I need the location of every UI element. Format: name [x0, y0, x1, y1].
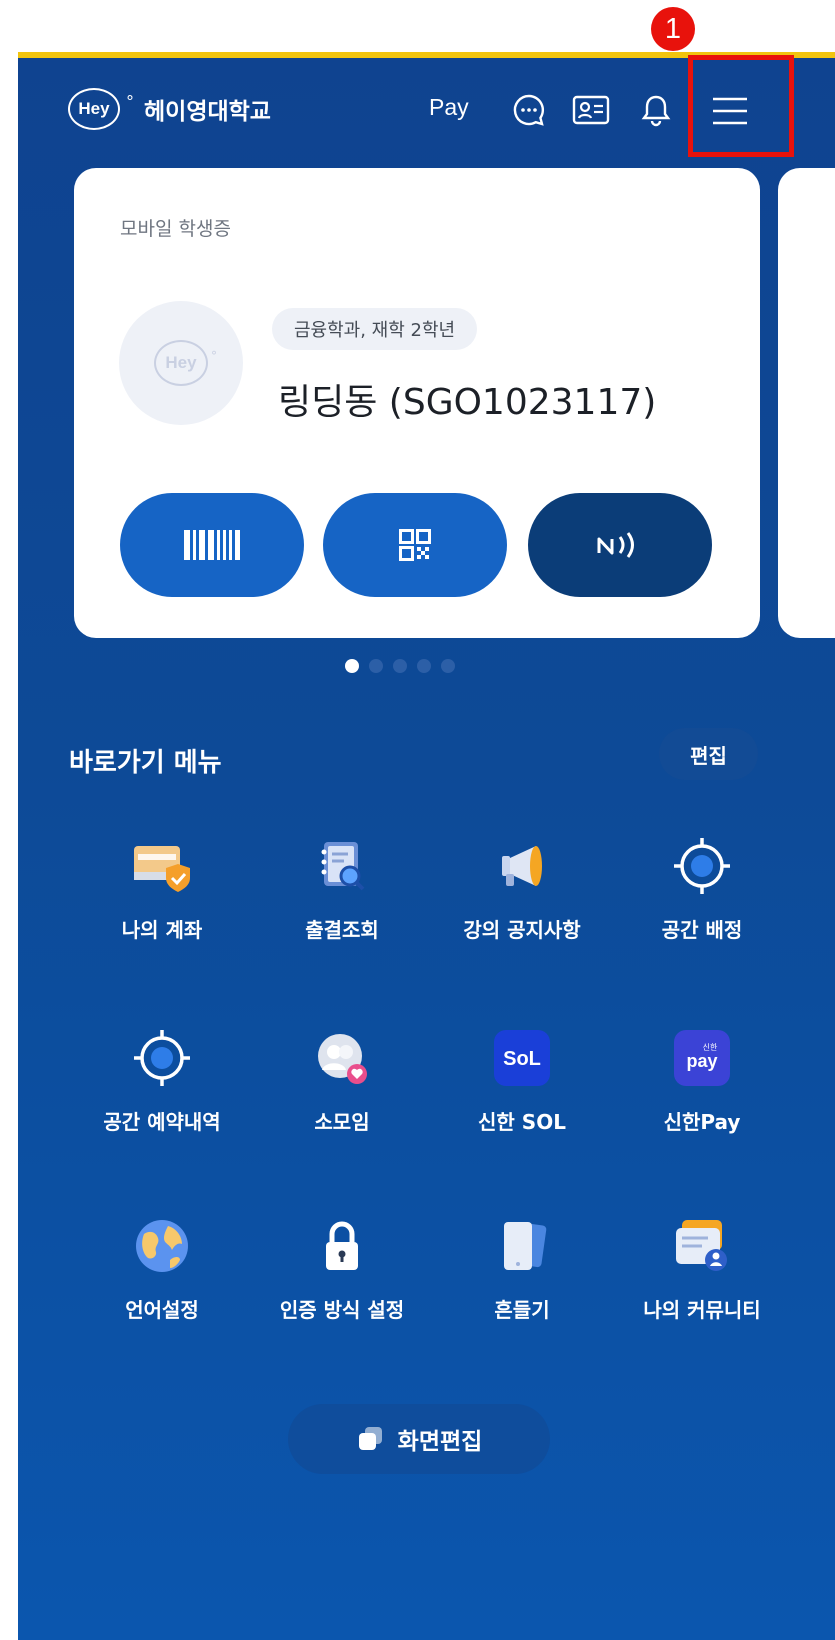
avatar-logo-mark: °	[211, 349, 217, 363]
account-icon	[124, 828, 200, 904]
qr-code-icon	[399, 529, 431, 561]
quick-menu-label: 나의 커뮤니티	[643, 1298, 761, 1322]
top-margin	[0, 0, 835, 52]
layers-icon	[358, 1427, 382, 1450]
avatar-logo-icon: Hey	[154, 340, 208, 386]
target-icon	[664, 828, 740, 904]
shinhan-pay-icon: 신한 pay	[664, 1020, 740, 1096]
quick-menu-space-reservation[interactable]: 공간 예약내역	[74, 1020, 250, 1135]
phone-icon	[484, 1208, 560, 1284]
carousel-indicator	[345, 659, 455, 673]
brand[interactable]: Hey ° 헤이영대학교	[68, 88, 271, 130]
edit-button[interactable]: 편집	[659, 728, 758, 780]
attendance-icon	[304, 828, 380, 904]
quick-menu-my-community[interactable]: 나의 커뮤니티	[614, 1208, 790, 1323]
nfc-button[interactable]	[528, 493, 712, 597]
quick-menu-lecture-notice[interactable]: 강의 공지사항	[434, 828, 610, 943]
next-card-peek[interactable]	[778, 168, 835, 638]
app-screen: Hey ° 헤이영대학교 Pay 모바일 학생증 Hey ° 금융학과, 재학 …	[18, 52, 835, 1640]
step-badge: 1	[651, 7, 695, 51]
card-title: 모바일 학생증	[120, 218, 231, 240]
group-icon	[304, 1020, 380, 1096]
id-card-icon[interactable]	[571, 92, 610, 128]
megaphone-icon	[484, 828, 560, 904]
svg-text:SoL: SoL	[503, 1048, 541, 1070]
carousel-dot[interactable]	[417, 659, 431, 673]
quick-menu-attendance[interactable]: 출결조회	[254, 828, 430, 943]
quick-menu-label: 언어설정	[125, 1298, 199, 1322]
quick-menu-label: 공간 배정	[661, 918, 743, 942]
pay-button[interactable]: Pay	[429, 94, 469, 121]
quick-menu-label: 소모임	[314, 1110, 370, 1134]
quick-menu-label: 강의 공지사항	[463, 918, 581, 942]
community-icon	[664, 1208, 740, 1284]
university-name: 헤이영대학교	[144, 99, 271, 125]
bell-icon[interactable]	[638, 92, 674, 128]
svg-text:pay: pay	[686, 1051, 717, 1071]
nfc-icon	[597, 532, 634, 558]
student-name-id: 링딩동 (SGO1023117)	[278, 382, 657, 423]
quick-menu-label: 나의 계좌	[121, 918, 203, 942]
quick-menu-small-group[interactable]: 소모임	[254, 1020, 430, 1135]
chat-icon[interactable]	[511, 92, 547, 128]
quick-menu-label: 출결조회	[305, 918, 379, 942]
quick-menu-auth-method[interactable]: 인증 방식 설정	[254, 1208, 430, 1323]
quick-menu-language[interactable]: 언어설정	[74, 1208, 250, 1323]
quick-menu-shinhan-sol[interactable]: SoL 신한 SOL	[434, 1020, 610, 1135]
barcode-button[interactable]	[120, 493, 304, 597]
globe-icon	[124, 1208, 200, 1284]
mobile-student-card: 모바일 학생증 Hey ° 금융학과, 재학 2학년 링딩동 (SGO10231…	[74, 168, 760, 638]
carousel-dot[interactable]	[441, 659, 455, 673]
quick-menu-label: 흔들기	[494, 1298, 550, 1322]
quick-menu-my-account[interactable]: 나의 계좌	[74, 828, 250, 943]
quick-menu-label: 신한Pay	[663, 1110, 741, 1134]
sol-icon: SoL	[484, 1020, 560, 1096]
quick-menu-title: 바로가기 메뉴	[69, 748, 222, 778]
quick-menu-shake[interactable]: 흔들기	[434, 1208, 610, 1323]
quick-menu-label: 신한 SOL	[478, 1110, 566, 1134]
quick-menu-shinhan-pay[interactable]: 신한 pay 신한Pay	[614, 1020, 790, 1135]
qr-code-button[interactable]	[323, 493, 507, 597]
target-icon	[124, 1020, 200, 1096]
logo-mark: °	[126, 91, 134, 111]
department-chip: 금융학과, 재학 2학년	[272, 308, 478, 350]
screen-edit-label: 화면편집	[397, 1429, 483, 1455]
carousel-dot[interactable]	[369, 659, 383, 673]
quick-menu-label: 인증 방식 설정	[279, 1298, 405, 1322]
quick-menu-label: 공간 예약내역	[103, 1110, 221, 1134]
carousel-dot[interactable]	[393, 659, 407, 673]
hey-logo-icon: Hey	[68, 88, 120, 130]
carousel-dot[interactable]	[345, 659, 359, 673]
avatar: Hey °	[119, 301, 243, 425]
lock-icon	[304, 1208, 380, 1284]
barcode-icon	[184, 530, 240, 560]
menu-highlight-box	[688, 55, 794, 157]
screen-edit-button[interactable]: 화면편집	[288, 1404, 550, 1474]
quick-menu-space-assignment[interactable]: 공간 배정	[614, 828, 790, 943]
